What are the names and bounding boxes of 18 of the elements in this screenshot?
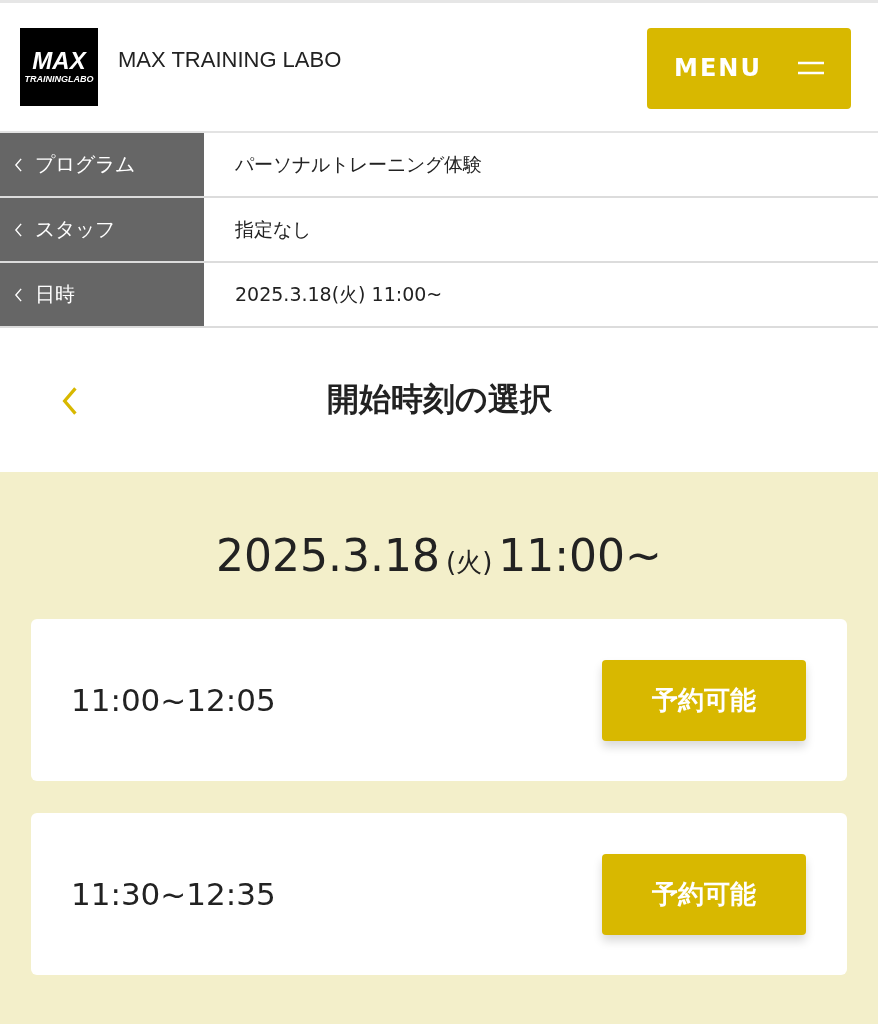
summary-back-link[interactable]: プログラム — [0, 133, 204, 196]
chevron-left-icon — [14, 222, 23, 237]
selected-weekday: (火) — [446, 546, 493, 579]
summary-value: パーソナルトレーニング体験 — [234, 151, 482, 177]
chevron-left-icon — [14, 157, 23, 172]
summary-back-link[interactable]: スタッフ — [0, 198, 204, 261]
slot-time: 11:30~12:35 — [71, 876, 276, 912]
logo[interactable]: MAX TRAININGLABO — [20, 28, 98, 106]
summary-value: 2025.3.18(火) 11:00~ — [234, 281, 443, 307]
summary-value: 指定なし — [234, 216, 311, 242]
site-name: MAX TRAINING LABO — [118, 47, 343, 73]
summary-back-link[interactable]: 日時 — [0, 263, 204, 326]
selected-date: 2025.3.18 — [216, 530, 440, 581]
menu-icon — [797, 61, 824, 75]
slot-time: 11:00~12:05 — [71, 682, 276, 718]
section-title: 開始時刻の選択 — [326, 379, 552, 420]
chevron-left-icon — [14, 287, 23, 302]
selected-time: 11:00~ — [498, 530, 662, 581]
